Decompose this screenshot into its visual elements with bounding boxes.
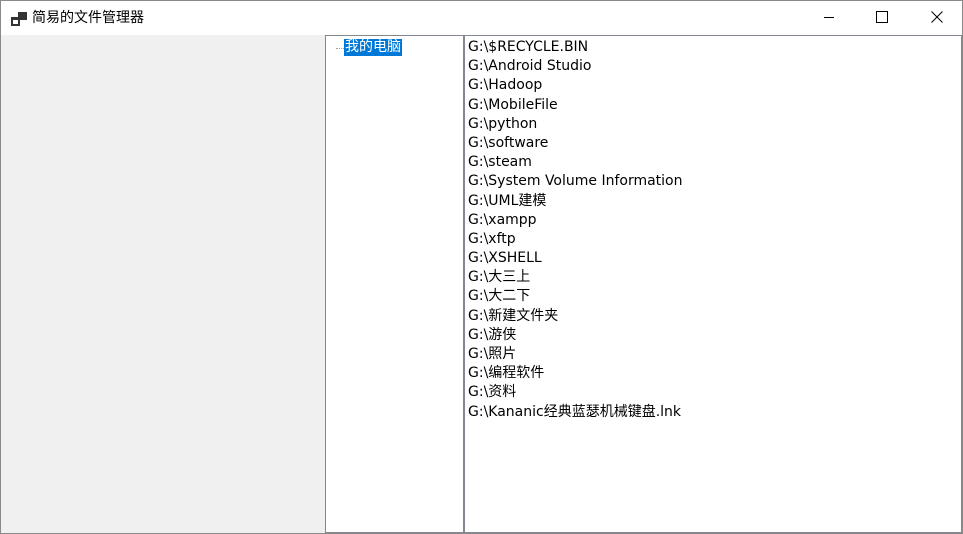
left-panel [1, 35, 325, 533]
list-item[interactable]: G:\照片 [468, 345, 961, 364]
list-item[interactable]: G:\System Volume Information [468, 172, 961, 191]
list-item[interactable]: G:\新建文件夹 [468, 307, 961, 326]
list-item[interactable]: G:\游侠 [468, 326, 961, 345]
file-list: G:\$RECYCLE.BIN G:\Android Studio G:\Hadoo… [465, 36, 961, 422]
list-item[interactable]: G:\software [468, 134, 961, 153]
list-item[interactable]: G:\Android Studio [468, 57, 961, 76]
close-icon [931, 8, 943, 27]
list-item[interactable]: G:\编程软件 [468, 364, 961, 383]
list-item[interactable]: G:\大三上 [468, 268, 961, 287]
minimize-icon [823, 8, 835, 27]
list-item[interactable]: G:\xftp [468, 230, 961, 249]
list-item[interactable]: G:\xampp [468, 211, 961, 230]
tree-node-my-computer[interactable]: 我的电脑 [344, 39, 402, 56]
folder-tree[interactable]: 我的电脑 [325, 35, 464, 533]
list-item[interactable]: G:\UML建模 [468, 192, 961, 211]
list-item[interactable]: G:\资料 [468, 383, 961, 402]
list-item[interactable]: G:\python [468, 115, 961, 134]
file-list-box[interactable]: G:\$RECYCLE.BIN G:\Android Studio G:\Hadoo… [464, 35, 962, 533]
close-button[interactable] [914, 1, 960, 34]
list-item[interactable]: G:\steam [468, 153, 961, 172]
list-item[interactable]: G:\大二下 [468, 287, 961, 306]
maximize-icon [876, 8, 888, 27]
main-window: 简易的文件管理器 我的电脑 G:\$RECYCLE.BIN G:\Android… [0, 0, 963, 534]
list-item[interactable]: G:\$RECYCLE.BIN [468, 38, 961, 57]
list-item[interactable]: G:\XSHELL [468, 249, 961, 268]
window-title: 简易的文件管理器 [32, 10, 144, 26]
maximize-button[interactable] [859, 1, 905, 34]
list-item[interactable]: G:\MobileFile [468, 96, 961, 115]
list-item[interactable]: G:\Kananic经典蓝瑟机械键盘.lnk [468, 403, 961, 422]
minimize-button[interactable] [806, 1, 852, 34]
list-item[interactable]: G:\Hadoop [468, 76, 961, 95]
app-window-icon [11, 11, 27, 26]
title-bar[interactable]: 简易的文件管理器 [1, 1, 962, 35]
client-area: 我的电脑 G:\$RECYCLE.BIN G:\Android Studio G:\… [1, 35, 962, 533]
tree-connector [336, 48, 344, 49]
